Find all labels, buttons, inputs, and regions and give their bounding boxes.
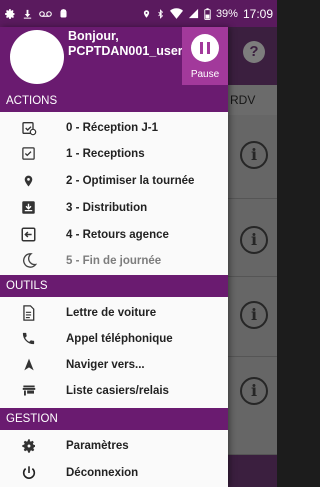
info-icon[interactable]: i — [240, 141, 268, 169]
drawer-header: Bonjour, PCPTDAN001_user2 Pause — [0, 27, 228, 90]
menu-item-lettre-de-voiture[interactable]: Lettre de voiture — [0, 300, 228, 326]
pause-button[interactable]: Pause — [182, 27, 228, 85]
background-app: ? RDV i i i i — [228, 27, 277, 487]
section-actions: ACTIONS — [0, 90, 228, 112]
menu-item-label: Déconnexion — [66, 467, 139, 479]
list-item[interactable]: i — [228, 357, 277, 455]
info-icon[interactable]: i — [240, 226, 268, 254]
section-outils: OUTILS — [0, 275, 228, 297]
menu-item-label: Lettre de voiture — [66, 307, 157, 319]
menu-item-label: 0 - Réception J-1 — [66, 122, 159, 134]
box-download-icon — [20, 199, 37, 216]
box-return-icon — [20, 226, 37, 243]
menu-item-label: 3 - Distribution — [66, 202, 148, 214]
background-toolbar: ? — [228, 27, 277, 85]
settings-icon — [4, 8, 16, 20]
menu-item-label: Paramètres — [66, 440, 129, 452]
menu-item-distribution[interactable]: 3 - Distribution — [0, 195, 228, 221]
status-bar: 39% 17:09 — [0, 0, 277, 27]
info-icon[interactable]: i — [240, 377, 268, 405]
phone-icon — [20, 330, 37, 347]
pause-label: Pause — [190, 69, 220, 80]
menu-item-naviger[interactable]: Naviger vers... — [0, 352, 228, 378]
menu-item-label: Naviger vers... — [66, 359, 145, 371]
menu-item-appel[interactable]: Appel téléphonique — [0, 326, 228, 352]
menu-item-reception-j1[interactable]: 0 - Réception J-1 — [0, 115, 228, 141]
moon-icon — [20, 252, 37, 269]
navigation-arrow-icon — [20, 356, 37, 373]
navigation-drawer: Bonjour, PCPTDAN001_user2 Pause ACTIONS … — [0, 27, 228, 487]
background-column-header: RDV — [228, 85, 277, 115]
voicemail-icon — [39, 9, 52, 19]
store-icon — [20, 382, 37, 399]
menu-item-label: Appel téléphonique — [66, 333, 173, 345]
menu-item-deconnexion[interactable]: Déconnexion — [0, 460, 228, 486]
gear-icon — [20, 437, 37, 454]
list-item[interactable]: i — [228, 115, 277, 199]
section-gestion: GESTION — [0, 408, 228, 430]
menu-item-label: 1 - Receptions — [66, 148, 145, 160]
download-icon — [22, 8, 33, 20]
info-icon[interactable]: i — [240, 301, 268, 329]
signal-icon — [188, 8, 199, 19]
menu-item-liste-casiers[interactable]: Liste casiers/relais — [0, 378, 228, 404]
battery-percent: 39% — [215, 7, 238, 20]
wifi-icon — [169, 8, 183, 19]
menu-item-label: 5 - Fin de journée — [66, 255, 162, 267]
list-item[interactable]: i — [228, 277, 277, 357]
android-icon — [58, 8, 69, 20]
power-icon — [20, 464, 37, 481]
avatar — [10, 30, 64, 84]
list-item[interactable]: i — [228, 199, 277, 277]
document-icon — [20, 304, 37, 321]
checkbox-icon — [20, 145, 37, 162]
menu-item-label: 2 - Optimiser la tournée — [66, 175, 195, 187]
menu-item-retours-agence[interactable]: 4 - Retours agence — [0, 222, 228, 248]
battery-icon — [204, 7, 211, 20]
help-icon[interactable]: ? — [243, 41, 265, 63]
pause-icon — [191, 34, 219, 62]
location-icon — [142, 8, 151, 20]
location-pin-icon — [20, 172, 37, 189]
bluetooth-icon — [156, 8, 165, 20]
menu-item-parametres[interactable]: Paramètres — [0, 433, 228, 459]
clock: 17:09 — [242, 6, 273, 21]
background-bottom-bar — [228, 455, 277, 487]
menu-item-label: 4 - Retours agence — [66, 229, 169, 241]
menu-item-fin-de-journee[interactable]: 5 - Fin de journée — [0, 248, 228, 274]
user-greeting: Bonjour, PCPTDAN001_user2 — [68, 29, 190, 58]
menu-item-optimiser[interactable]: 2 - Optimiser la tournée — [0, 168, 228, 194]
calendar-check-icon — [20, 119, 37, 136]
menu-item-label: Liste casiers/relais — [66, 385, 169, 397]
menu-item-receptions[interactable]: 1 - Receptions — [0, 141, 228, 167]
